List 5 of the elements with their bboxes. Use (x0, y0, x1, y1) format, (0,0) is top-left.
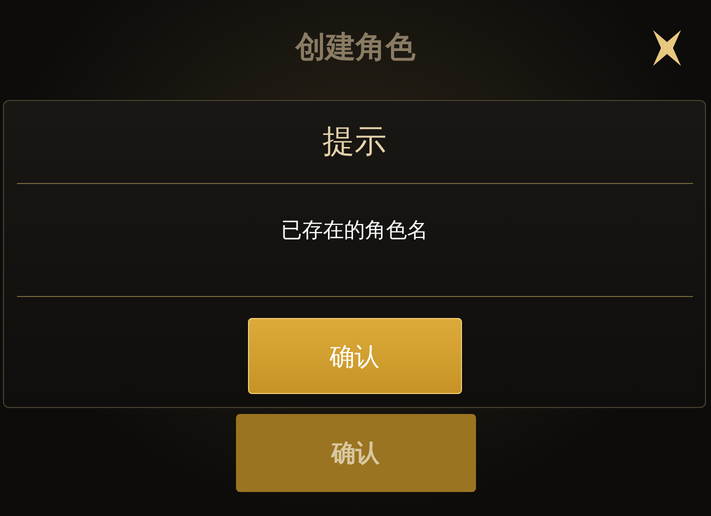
message-text: 已存在的角色名 (281, 217, 428, 244)
confirm-button[interactable]: 确认 (248, 318, 462, 394)
screen-title: 创建角色 (296, 29, 416, 67)
dialog-title: 提示 (322, 121, 386, 162)
confirm-button[interactable]: 确认 (236, 414, 476, 492)
